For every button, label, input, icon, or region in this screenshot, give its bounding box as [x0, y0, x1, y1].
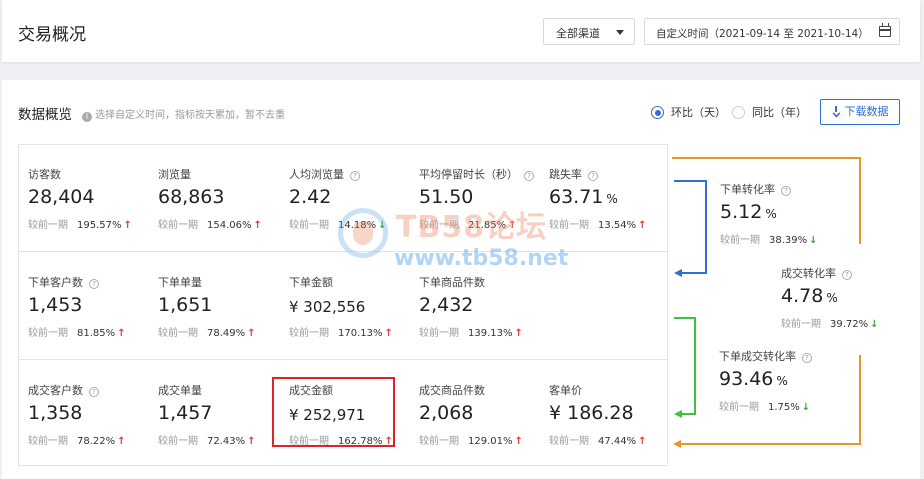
compare-label: 较前一期 — [720, 235, 760, 246]
connector-blue — [674, 180, 707, 274]
metric-label-text: 成交转化率 — [781, 267, 836, 280]
help-icon[interactable]: ? — [842, 270, 852, 280]
connector-green — [674, 317, 696, 415]
arrowhead-green-icon — [674, 410, 682, 418]
metric-unit: % — [765, 207, 777, 221]
arrow-down-icon: ↓ — [801, 402, 811, 413]
help-icon[interactable]: ? — [802, 353, 812, 363]
compare-label: 较前一期 — [719, 402, 759, 413]
arrowhead-orange-icon — [673, 440, 681, 448]
metric-value: 4.78% — [781, 285, 838, 307]
help-icon[interactable]: ? — [781, 186, 791, 196]
arrow-down-icon: ↓ — [809, 235, 818, 246]
compare-pct: 39.72% — [830, 319, 869, 330]
compare-label: 较前一期 — [781, 319, 821, 330]
arrowhead-blue-icon — [674, 269, 682, 277]
conversion-order-deal-rate: 下单成交转化率? 93.46% 较前一期 1.75% ↓ — [719, 348, 859, 448]
compare-pct: 1.75% — [768, 402, 800, 413]
metric-value-number: 5.12 — [720, 201, 763, 223]
metric-compare: 较前一期 38.39% ↓ — [720, 231, 818, 246]
metric-value-number: 93.46 — [719, 368, 774, 390]
compare-pct: 38.39% — [769, 235, 808, 246]
metric-label-text: 下单转化率 — [720, 183, 775, 196]
metric-label: 下单成交转化率? — [719, 348, 812, 364]
metric-value: 5.12% — [720, 201, 777, 223]
metric-value: 93.46% — [719, 368, 788, 390]
metric-unit: % — [776, 374, 788, 388]
metric-label: 成交转化率? — [781, 265, 852, 281]
metric-unit: % — [826, 291, 838, 305]
metric-compare: 较前一期 1.75% ↓ — [719, 398, 810, 413]
arrow-down-icon: ↓ — [870, 319, 879, 330]
metric-label: 下单转化率? — [720, 181, 791, 197]
metric-label-text: 下单成交转化率 — [719, 350, 796, 363]
metric-compare: 较前一期 39.72% ↓ — [781, 315, 879, 330]
metric-value-number: 4.78 — [781, 285, 824, 307]
